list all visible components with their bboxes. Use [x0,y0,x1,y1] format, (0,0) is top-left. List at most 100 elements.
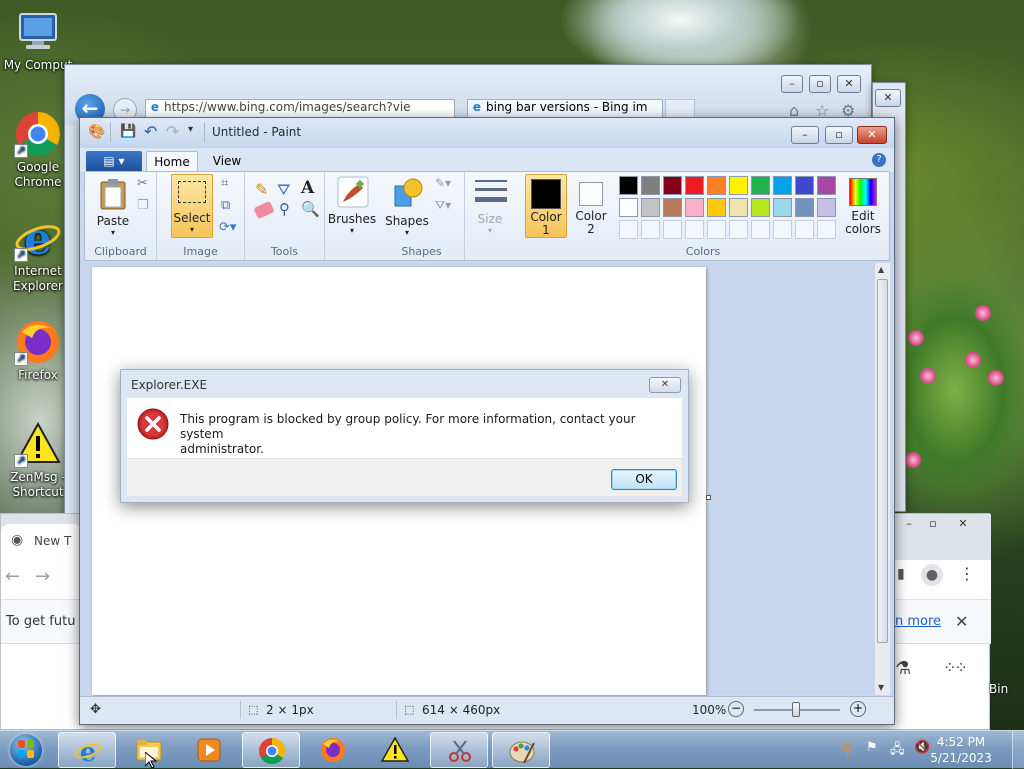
rotate-icon[interactable]: ⟳▾ [219,220,236,235]
tray-network-icon[interactable]: 🖧 [890,740,905,762]
ie-close-button[interactable]: ✕ [837,75,861,93]
paint-close-button[interactable]: ✕ [857,126,887,144]
palette-swatch[interactable] [751,176,770,195]
fill-icon[interactable]: ⛛ [277,180,290,200]
edit-colors-button[interactable]: Edit colors [841,174,885,238]
resize-handle-icon[interactable] [706,495,711,500]
color-picker-icon[interactable]: ⚲ [279,200,290,218]
tab-view[interactable]: View [204,151,250,172]
taskbar-firefox[interactable] [304,732,362,768]
magnifier-icon[interactable]: 🔍 [301,200,320,218]
chrome-tab[interactable]: ◉ New T [1,524,81,560]
scroll-down-icon[interactable]: ▼ [878,683,884,692]
custom-color-slot[interactable] [729,220,748,239]
custom-color-slot[interactable] [795,220,814,239]
crop-icon[interactable]: ⌗ [221,176,228,191]
chrome-back-icon[interactable]: ← [5,566,20,587]
taskbar-paint[interactable] [492,732,550,768]
palette-swatch[interactable] [707,176,726,195]
palette-swatch[interactable] [685,176,704,195]
chrome-maximize-button[interactable]: ▫ [921,516,945,534]
custom-color-slot[interactable] [663,220,682,239]
eraser-icon[interactable] [253,200,275,220]
labs-flask-icon[interactable]: ⚗ [895,658,911,679]
tab-home[interactable]: Home [146,151,198,172]
tray-flag-icon[interactable]: ⚑ [866,740,878,755]
pencil-icon[interactable]: ✎ [255,180,268,199]
color1-button[interactable]: Color 1 [525,174,567,238]
chrome-minimize-button[interactable]: – [897,516,921,534]
tray-clock[interactable]: 4:52 PM 5/21/2023 [926,734,996,766]
custom-color-slot[interactable] [707,220,726,239]
palette-swatch[interactable] [619,176,638,195]
custom-color-slot[interactable] [641,220,660,239]
taskbar-zenmsg[interactable] [366,732,424,768]
palette-swatch[interactable] [773,176,792,195]
palette-swatch[interactable] [773,198,792,217]
paint-menu-button[interactable]: ▤ ▾ [86,151,142,172]
copy-icon[interactable]: ❐ [137,198,149,213]
start-button[interactable] [4,732,48,768]
tray-search-icon[interactable]: ⚲ [842,740,854,759]
qat-dropdown-icon[interactable]: ▾ [188,124,193,135]
ok-button[interactable]: OK [611,469,677,490]
select-button[interactable]: Select ▾ [171,174,213,238]
chrome-forward-icon[interactable]: → [35,566,50,587]
taskbar-chrome[interactable] [242,732,300,768]
chrome-infobar-close-icon[interactable]: ✕ [955,612,968,631]
ie-maximize-button[interactable]: ▫ [809,75,831,93]
custom-color-slot[interactable] [817,220,836,239]
custom-color-slot[interactable] [619,220,638,239]
apps-grid-icon[interactable]: ⁘⁘ [943,658,968,677]
custom-color-slot[interactable] [685,220,704,239]
undo-icon[interactable]: ↶ [144,122,157,141]
zoom-slider-thumb[interactable] [792,702,800,717]
custom-color-slot[interactable] [773,220,792,239]
chrome-menu-icon[interactable]: ⋮ [959,564,975,583]
taskbar-snipping-tool[interactable] [430,732,488,768]
palette-swatch[interactable] [729,176,748,195]
taskbar-media-player[interactable] [180,732,238,768]
palette-swatch[interactable] [641,176,660,195]
help-icon[interactable]: ? [872,153,886,167]
size-button[interactable]: Size ▾ [465,172,515,260]
paint-titlebar[interactable]: 🎨 💾 ↶ ↷ ▾ Untitled - Paint – ▫ ✕ [80,118,894,148]
paint-minimize-button[interactable]: – [791,126,819,144]
custom-color-slot[interactable] [751,220,770,239]
palette-swatch[interactable] [619,198,638,217]
palette-swatch[interactable] [707,198,726,217]
scroll-thumb[interactable] [877,279,888,643]
palette-swatch[interactable] [663,176,682,195]
outline-icon[interactable]: ✎▾ [435,176,451,190]
scroll-up-icon[interactable]: ▲ [878,265,884,274]
palette-swatch[interactable] [817,176,836,195]
show-desktop-button[interactable] [1012,731,1024,769]
vertical-scrollbar[interactable]: ▲ ▼ [874,263,890,695]
dialog-close-button[interactable]: ✕ [649,377,681,393]
brushes-button[interactable]: Brushes ▾ [325,172,379,260]
paint-app-icon[interactable]: 🎨 [88,124,105,140]
taskbar-ie[interactable]: e [58,732,116,768]
resize-icon[interactable]: ⧉ [221,198,230,213]
paste-button[interactable]: Paste ▾ [93,176,133,240]
zoom-out-button[interactable]: − [728,701,744,717]
zoom-in-button[interactable]: + [850,701,866,717]
text-tool-icon[interactable]: A [301,178,314,198]
palette-swatch[interactable] [795,176,814,195]
color2-button[interactable]: Color 2 [571,174,613,238]
profile-avatar-icon[interactable]: ● [921,564,943,586]
palette-swatch[interactable] [663,198,682,217]
palette-swatch[interactable] [729,198,748,217]
paint-maximize-button[interactable]: ▫ [825,126,853,144]
palette-swatch[interactable] [641,198,660,217]
redo-icon[interactable]: ↷ [166,122,179,141]
fill-style-icon[interactable]: ⛛▾ [435,198,451,213]
shapes-button[interactable]: Shapes ▾ [383,176,431,240]
palette-swatch[interactable] [795,198,814,217]
bg-close-button[interactable]: ✕ [875,89,901,107]
chrome-close-button[interactable]: ✕ [949,516,977,534]
save-icon[interactable]: 💾 [120,124,136,139]
ie-minimize-button[interactable]: – [781,75,803,93]
palette-swatch[interactable] [817,198,836,217]
palette-swatch[interactable] [751,198,770,217]
